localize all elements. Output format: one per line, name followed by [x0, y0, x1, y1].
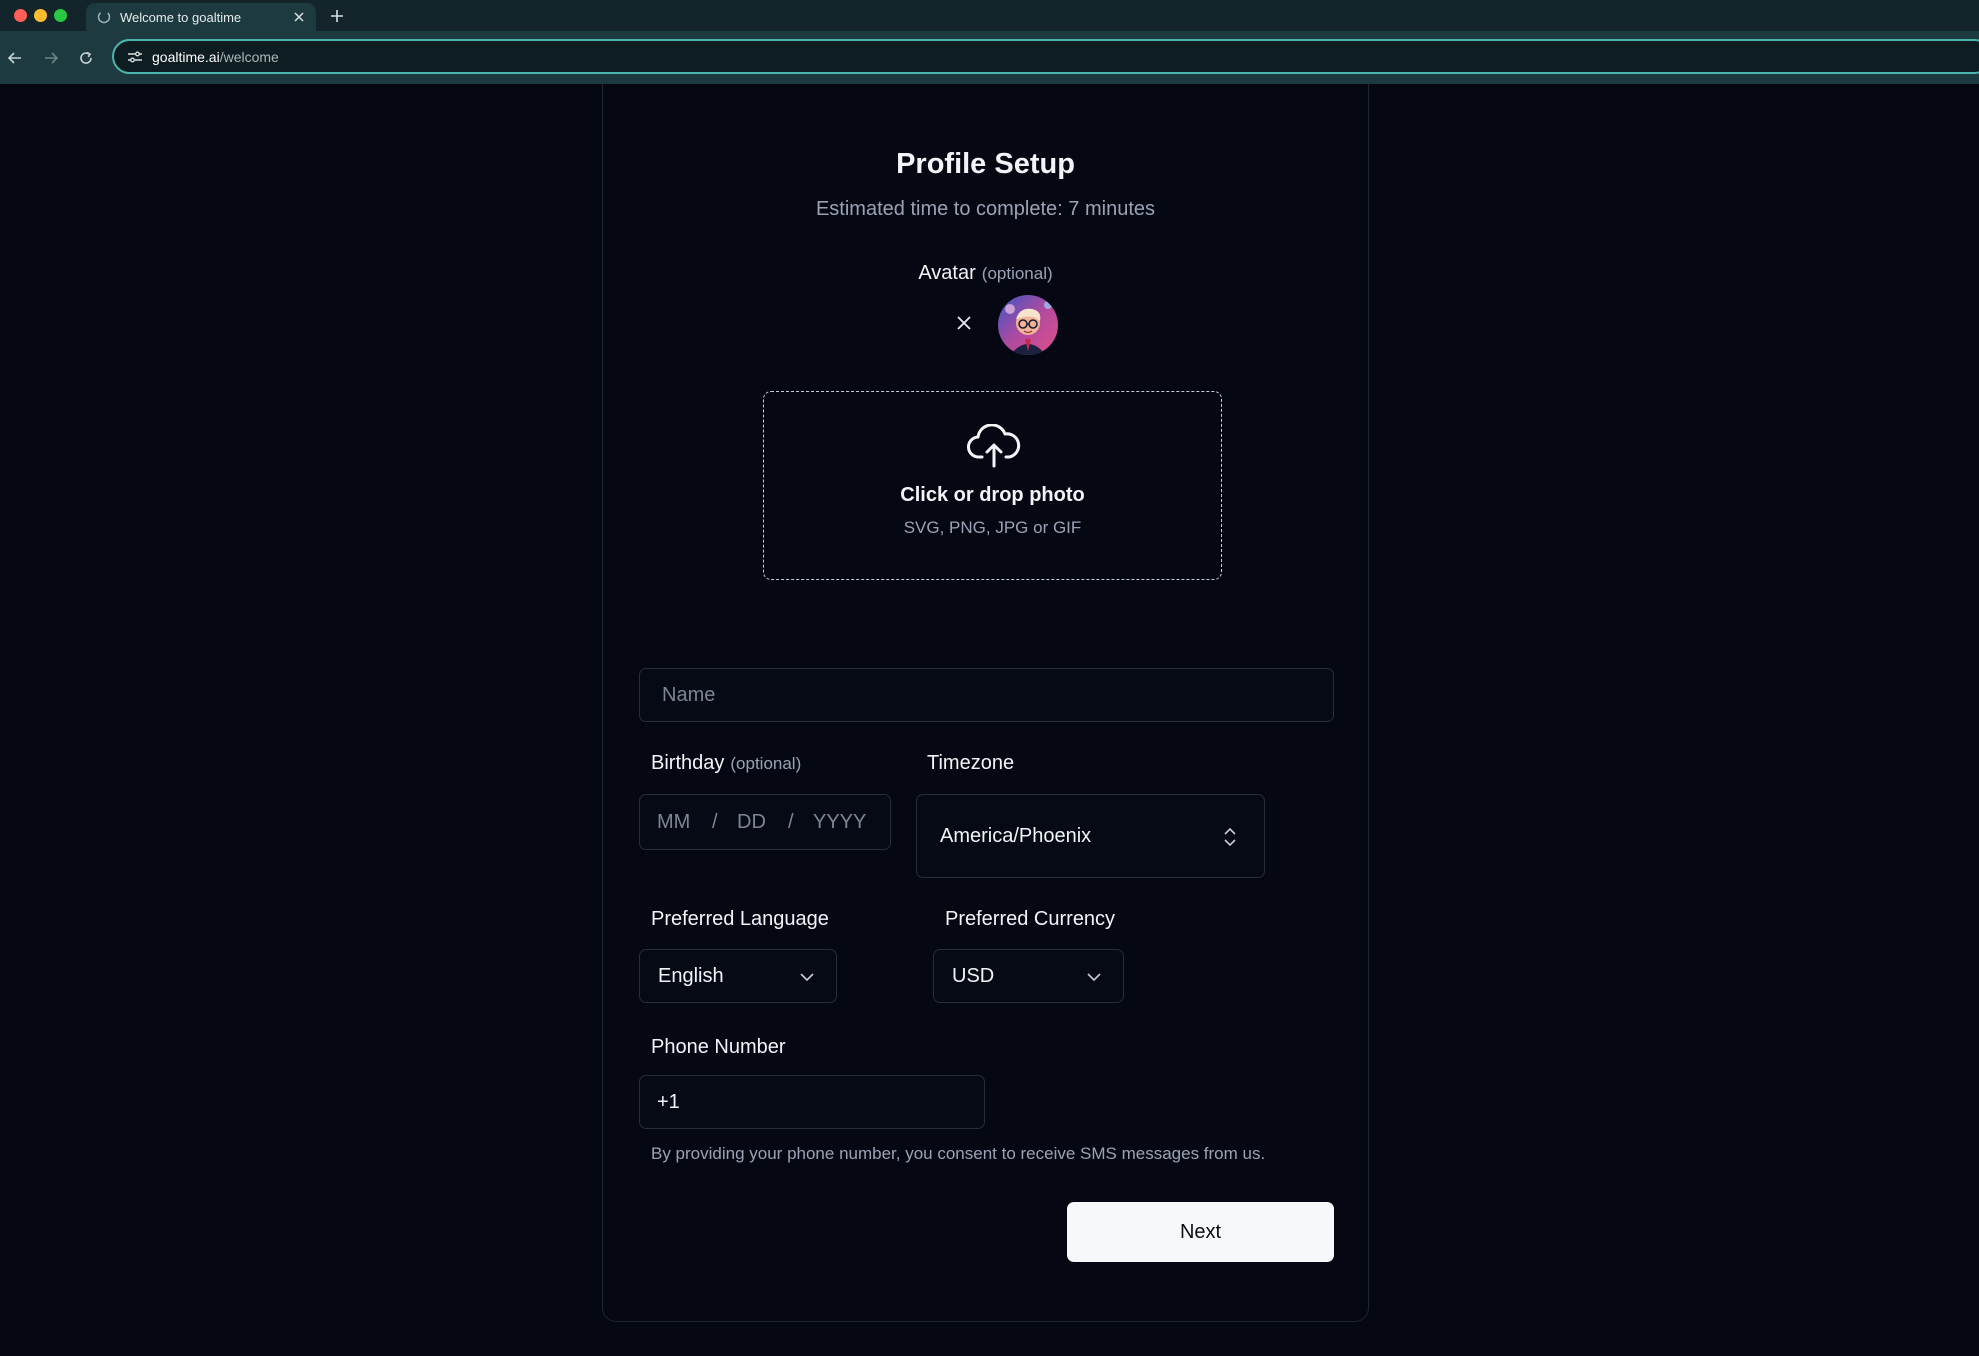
address-bar[interactable]: goaltime.ai/welcome	[112, 39, 1979, 74]
chevron-up-down-icon	[1224, 827, 1236, 847]
browser-tab-active[interactable]: Welcome to goaltime	[86, 3, 316, 31]
window-close-button[interactable]	[14, 9, 27, 22]
remove-avatar-icon[interactable]	[952, 311, 976, 335]
photo-dropzone[interactable]: Click or drop photo SVG, PNG, JPG or GIF	[763, 391, 1222, 580]
birthday-separator: /	[712, 811, 718, 833]
new-tab-icon[interactable]	[326, 6, 348, 26]
currency-select[interactable]: USD	[933, 949, 1124, 1003]
currency-value: USD	[952, 965, 995, 987]
browser-toolbar: goaltime.ai/welcome	[0, 31, 1979, 84]
window-maximize-button[interactable]	[54, 9, 67, 22]
url-host: goaltime.ai	[152, 48, 220, 65]
loading-icon	[96, 9, 112, 25]
browser-tab-bar: Welcome to goaltime	[0, 0, 1979, 31]
birthday-day-input[interactable]: DD	[737, 811, 766, 834]
estimated-time-text: Estimated time to complete: 7 minutes	[815, 198, 1156, 220]
page-title: Profile Setup	[896, 148, 1075, 180]
close-tab-icon[interactable]	[288, 6, 310, 28]
language-value: English	[658, 965, 724, 987]
avatar-optional-label: (optional)	[981, 264, 1053, 283]
avatar-label-row: Avatar (optional)	[603, 262, 1368, 285]
timezone-label: Timezone	[927, 752, 1015, 774]
name-input[interactable]	[640, 669, 1333, 721]
birthday-label: Birthday	[651, 752, 725, 774]
tab-title: Welcome to goaltime	[120, 9, 242, 25]
birthday-label-row: Birthday (optional)	[651, 752, 801, 775]
language-label: Preferred Language	[651, 908, 829, 930]
chevron-down-icon	[800, 973, 814, 982]
next-button[interactable]: Next	[1067, 1202, 1334, 1262]
site-settings-icon[interactable]	[126, 48, 144, 66]
currency-label: Preferred Currency	[945, 908, 1116, 930]
phone-field-wrapper	[639, 1075, 985, 1129]
birthday-separator: /	[788, 811, 794, 833]
birthday-month-input[interactable]: MM	[657, 811, 690, 834]
name-field-wrapper	[639, 668, 1334, 722]
language-select[interactable]: English	[639, 949, 837, 1003]
avatar-image	[998, 295, 1058, 355]
url-text: goaltime.ai/welcome	[152, 49, 279, 65]
birthday-optional-label: (optional)	[730, 754, 802, 773]
timezone-value: America/Phoenix	[940, 825, 1092, 847]
back-arrow-icon[interactable]	[4, 47, 26, 69]
avatar-label: Avatar	[918, 262, 976, 284]
forward-arrow-icon[interactable]	[40, 47, 62, 69]
dropzone-formats: SVG, PNG, JPG or GIF	[903, 518, 1082, 537]
phone-label: Phone Number	[651, 1036, 786, 1058]
phone-input[interactable]	[640, 1076, 984, 1128]
cloud-upload-icon	[967, 424, 1021, 468]
birthday-year-input[interactable]: YYYY	[813, 811, 866, 834]
dropzone-title: Click or drop photo	[900, 484, 1085, 506]
profile-setup-card: Profile Setup Estimated time to complete…	[602, 84, 1369, 1322]
chevron-down-icon	[1087, 973, 1101, 982]
birthday-input: MM / DD / YYYY	[639, 794, 891, 850]
timezone-select[interactable]: America/Phoenix	[916, 794, 1265, 878]
url-path: /welcome	[219, 48, 279, 65]
reload-icon[interactable]	[75, 47, 97, 69]
window-minimize-button[interactable]	[34, 9, 47, 22]
sms-consent-text: By providing your phone number, you cons…	[651, 1144, 1266, 1163]
